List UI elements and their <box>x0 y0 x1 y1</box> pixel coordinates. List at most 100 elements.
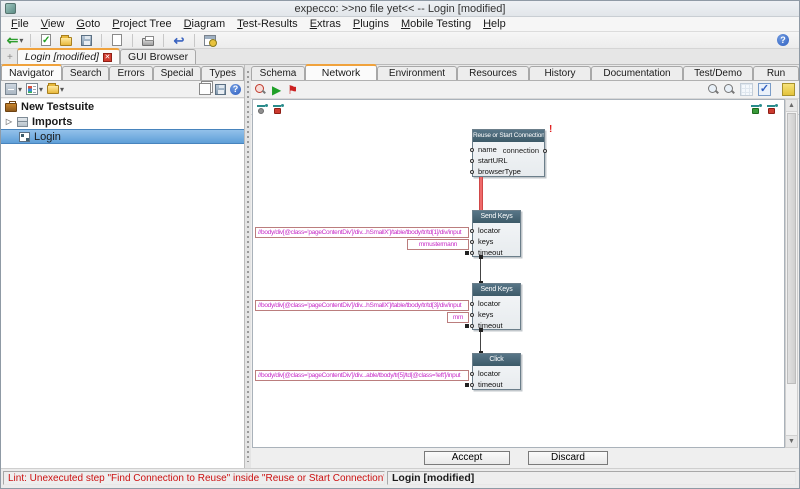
pin-connector[interactable] <box>470 170 474 174</box>
vertical-scrollbar[interactable]: ▲ ▼ <box>785 99 798 448</box>
new-document-button[interactable] <box>107 33 127 48</box>
step-title[interactable]: Send Keys <box>473 211 520 223</box>
print-button[interactable] <box>138 33 158 48</box>
step-title[interactable]: Reuse or Start Connection <box>473 130 544 142</box>
pin-connector[interactable] <box>543 149 547 153</box>
pin-locator[interactable]: locator <box>473 298 520 309</box>
back-button[interactable]: ⇐▾ <box>5 33 25 48</box>
pin-connector[interactable] <box>470 148 474 152</box>
xpath-value-label[interactable]: //body/div[@class='pageContentDiv']/div.… <box>255 370 469 381</box>
pin-locator[interactable]: locator <box>473 225 520 236</box>
menu-extras[interactable]: Extras <box>304 17 347 31</box>
item-filter-button[interactable]: ▾ <box>25 82 44 96</box>
pin-connector[interactable] <box>470 229 474 233</box>
pin-locator[interactable]: locator <box>473 368 520 379</box>
step-reuse-or-start-connection[interactable]: Reuse or Start Connection name startURL … <box>472 129 545 177</box>
grid-toggle-icon[interactable] <box>740 83 753 96</box>
help-icon[interactable]: ? <box>230 84 241 95</box>
tab-gui-browser[interactable]: GUI Browser <box>120 49 196 64</box>
add-tab-icon[interactable]: + <box>3 52 17 64</box>
tab-environment[interactable]: Environment <box>377 66 457 80</box>
load-accept-button[interactable]: ✓ <box>36 33 56 48</box>
chevron-down-icon[interactable]: ▾ <box>19 36 23 45</box>
menu-plugins[interactable]: Plugins <box>347 17 395 31</box>
new-item-button[interactable]: ▾ <box>46 82 65 96</box>
tab-errors[interactable]: Errors <box>109 66 152 80</box>
pin-browsertype[interactable]: browserType <box>473 166 544 177</box>
step-click[interactable]: Click locator timeout <box>472 353 521 390</box>
save-tree-icon[interactable] <box>215 84 226 95</box>
tab-login[interactable]: Login [modified] ✕ <box>17 48 120 64</box>
chevron-down-icon[interactable]: ▾ <box>39 85 43 94</box>
connection[interactable] <box>480 257 481 283</box>
menu-test-results[interactable]: Test-Results <box>231 17 304 31</box>
discard-button[interactable]: Discard <box>528 451 608 465</box>
search-disabled-icon[interactable] <box>255 84 266 95</box>
copy-icon[interactable] <box>199 83 211 95</box>
pin-timeout[interactable]: timeout <box>473 379 520 390</box>
tab-navigator[interactable]: Navigator <box>1 64 62 80</box>
menu-mobile-testing[interactable]: Mobile Testing <box>395 17 477 31</box>
checkbox-toggle[interactable]: ✓ <box>758 83 771 96</box>
keys-value-label[interactable]: mm <box>447 312 469 323</box>
tab-run[interactable]: Run <box>753 66 799 80</box>
save-button[interactable] <box>76 33 96 48</box>
pin-keys[interactable]: keys <box>473 309 520 320</box>
pin-connector[interactable] <box>470 159 474 163</box>
tab-network[interactable]: Network <box>305 64 377 80</box>
notes-icon[interactable] <box>782 83 795 96</box>
chevron-down-icon[interactable]: ▾ <box>18 85 22 94</box>
menu-file[interactable]: File <box>5 17 35 31</box>
accept-button[interactable]: Accept <box>424 451 510 465</box>
menu-diagram[interactable]: Diagram <box>178 17 232 31</box>
external-input-pin-remove-icon[interactable] <box>272 103 285 115</box>
menu-project-tree[interactable]: Project Tree <box>106 17 177 31</box>
tab-history[interactable]: History <box>529 66 591 80</box>
tab-documentation[interactable]: Documentation <box>591 66 683 80</box>
tab-test-demo[interactable]: Test/Demo <box>683 66 753 80</box>
pin-starturl[interactable]: startURL <box>473 155 544 166</box>
breakpoint-flag-icon[interactable]: ⚑ <box>287 84 298 96</box>
keys-value-label[interactable]: mmustermann <box>407 239 469 250</box>
step-title[interactable]: Send Keys <box>473 284 520 296</box>
menu-help[interactable]: Help <box>477 17 512 31</box>
external-input-pin-icon[interactable] <box>256 103 269 115</box>
xpath-value-label[interactable]: //body/div[@class='pageContentDiv']/div.… <box>255 227 469 238</box>
xpath-value-label[interactable]: //body/div[@class='pageContentDiv']/div.… <box>255 300 469 311</box>
menu-goto[interactable]: Goto <box>70 17 106 31</box>
menu-view[interactable]: View <box>35 17 71 31</box>
external-output-pin-icon[interactable] <box>750 103 763 115</box>
pin-connector[interactable] <box>470 313 474 317</box>
chevron-down-icon[interactable]: ▾ <box>60 85 64 94</box>
pin-connection[interactable]: connection <box>503 146 539 155</box>
pin-keys[interactable]: keys <box>473 236 520 247</box>
scroll-up-icon[interactable]: ▲ <box>786 100 797 112</box>
pin-connector[interactable] <box>470 372 474 376</box>
tab-resources[interactable]: Resources <box>457 66 529 80</box>
changes-browser-button[interactable] <box>200 33 220 48</box>
zoom-out-icon[interactable] <box>724 84 735 95</box>
pin-connector[interactable] <box>470 251 474 255</box>
help-button[interactable]: ? <box>773 33 793 48</box>
tree-view-mode-button[interactable]: ▾ <box>4 82 23 96</box>
zoom-in-icon[interactable] <box>708 84 719 95</box>
pin-connector[interactable] <box>470 324 474 328</box>
run-play-icon[interactable]: ▶ <box>272 84 281 96</box>
expander-icon[interactable]: ▷ <box>5 117 13 126</box>
pin-connector[interactable] <box>470 302 474 306</box>
pin-connector[interactable] <box>470 383 474 387</box>
close-icon[interactable]: ✕ <box>103 53 112 62</box>
step-title[interactable]: Click <box>473 354 520 366</box>
connection[interactable] <box>480 330 481 353</box>
tab-special[interactable]: Special <box>153 66 202 80</box>
tree-item-new-testsuite[interactable]: New Testsuite <box>1 99 244 114</box>
open-file-button[interactable] <box>56 33 76 48</box>
network-canvas[interactable]: Reuse or Start Connection name startURL … <box>252 99 785 448</box>
tab-schema[interactable]: Schema <box>251 66 305 80</box>
tab-search[interactable]: Search <box>62 66 110 80</box>
scrollbar-thumb[interactable] <box>787 113 796 384</box>
tree-item-login[interactable]: Login <box>1 129 244 144</box>
step-send-keys-2[interactable]: Send Keys locator keys timeout <box>472 283 521 330</box>
step-send-keys-1[interactable]: Send Keys locator keys timeout <box>472 210 521 257</box>
connection-selected[interactable] <box>479 177 483 210</box>
